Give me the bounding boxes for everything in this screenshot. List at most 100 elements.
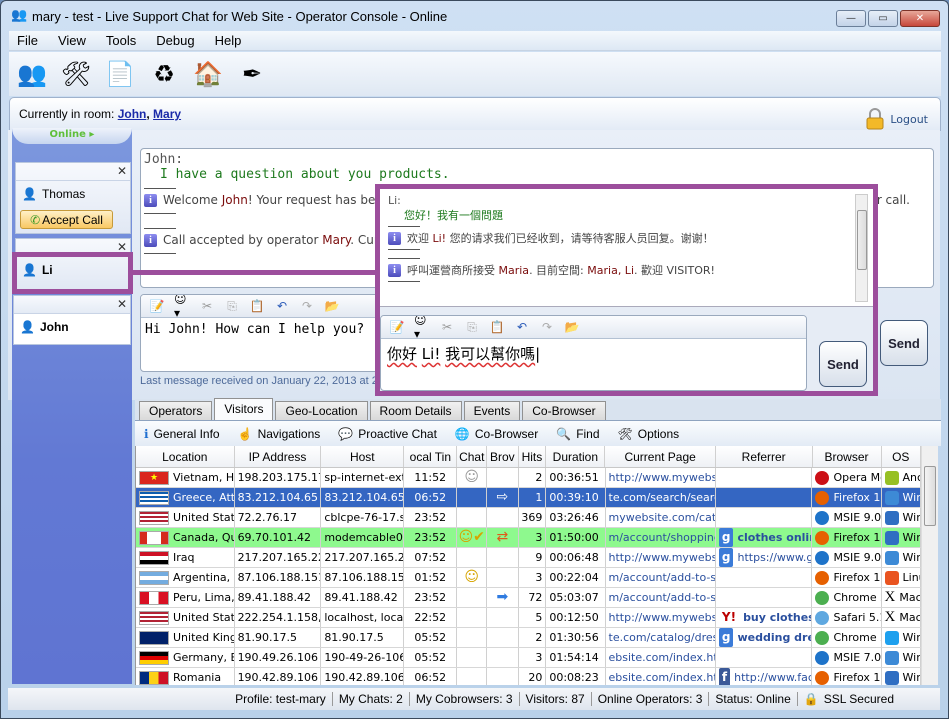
copy-icon[interactable]: ⎘ — [464, 319, 480, 335]
close-button[interactable]: ✕ — [900, 10, 940, 27]
li-message-input[interactable]: 你好 Li! 我可以幫你嗎| — [381, 339, 806, 368]
logout-button[interactable]: Logout — [866, 108, 928, 130]
transcript-scrollbar[interactable] — [855, 194, 868, 302]
cell-chat — [457, 648, 488, 667]
column-header[interactable]: Host — [321, 446, 405, 467]
windows-xp-icon — [884, 550, 899, 565]
room-member-link[interactable]: Mary — [153, 107, 181, 121]
tab-geo-location[interactable]: Geo-Location — [275, 401, 368, 420]
li-send-button[interactable]: Send — [819, 341, 867, 387]
cut-icon[interactable]: ✂ — [199, 298, 215, 314]
cell-time: 07:52 — [404, 548, 458, 567]
table-row[interactable]: ★Vietnam, Ho Cl198.203.175.175sp-interne… — [136, 468, 921, 488]
column-header[interactable]: Brov — [487, 446, 519, 467]
table-row[interactable]: Canada, Queb69.70.101.42modemcable04223:… — [136, 528, 921, 548]
paste-icon[interactable]: 📋 — [249, 298, 265, 314]
canned-message-icon[interactable]: 📝 — [149, 298, 165, 314]
column-header[interactable]: IP Address — [235, 446, 322, 467]
redo-icon[interactable]: ↷ — [299, 298, 315, 314]
close-session-icon[interactable]: ✕ — [117, 164, 127, 178]
pen-icon: ✒ — [241, 60, 263, 88]
cell-page: http://www.mywebsit — [606, 608, 716, 627]
menu-view[interactable]: View — [50, 33, 94, 48]
column-header[interactable]: Current Page — [605, 446, 716, 467]
li-chat-transcript: Li: 您好！我有一個問題 i 欢迎 Li! 您的请求我们已经收到，请等待客服人… — [380, 189, 873, 307]
cell-brow — [487, 628, 519, 647]
column-header[interactable]: Hits — [519, 446, 547, 467]
find-button[interactable]: 🔍 Find — [556, 427, 599, 441]
grid-scrollbar[interactable] — [921, 446, 938, 685]
online-status-tab[interactable]: Online ▸ — [12, 128, 132, 144]
menu-debug[interactable]: Debug — [148, 33, 202, 48]
table-row[interactable]: Peru, Lima, Lin89.41.188.4289.41.188.422… — [136, 588, 921, 608]
cell-os: Linu — [882, 568, 921, 587]
send-file-icon[interactable]: 📂 — [564, 319, 580, 335]
operators-button[interactable]: 👥 — [15, 57, 49, 91]
separator — [144, 188, 176, 189]
chat-session-john[interactable]: ✕ 👤 John — [13, 295, 131, 345]
tab-room-details[interactable]: Room Details — [369, 401, 462, 420]
maximize-button[interactable]: ▭ — [868, 10, 898, 27]
emoticon-icon[interactable]: ☺▾ — [414, 316, 430, 341]
cell-host: modemcable042 — [321, 528, 405, 547]
column-header[interactable]: Browser — [813, 446, 882, 467]
scrollbar-thumb[interactable] — [924, 466, 936, 526]
table-row[interactable]: United Kingdor81.90.17.581.90.17.505:522… — [136, 628, 921, 648]
column-header[interactable]: Referrer — [716, 446, 813, 467]
flag-vietnam-icon: ★ — [139, 470, 169, 485]
cut-icon[interactable]: ✂ — [439, 319, 455, 335]
menu-tools[interactable]: Tools — [98, 33, 144, 48]
canned-message-icon[interactable]: 📝 — [389, 319, 405, 335]
column-header[interactable]: Duration — [546, 446, 606, 467]
canned-messages-button[interactable]: 📄 — [103, 57, 137, 91]
table-row[interactable]: United States,72.2.76.17cblcpe-76-17.su2… — [136, 508, 921, 528]
table-row[interactable]: Iraq217.207.165.222217.207.165.2207:52 90… — [136, 548, 921, 568]
close-session-icon[interactable]: ✕ — [117, 297, 127, 311]
status-online-operators: Online Operators: 3 — [592, 692, 710, 706]
tab-co-browser[interactable]: Co-Browser — [522, 401, 606, 420]
cell-ref — [716, 588, 813, 607]
undo-icon[interactable]: ↶ — [274, 298, 290, 314]
home-button[interactable]: 🏠 — [191, 57, 225, 91]
column-header[interactable]: Chat — [457, 446, 488, 467]
cell-hits: 2 — [519, 628, 547, 647]
menu-help[interactable]: Help — [207, 33, 250, 48]
tab-operators[interactable]: Operators — [139, 401, 213, 420]
navigations-button[interactable]: ☝ Navigations — [238, 427, 321, 441]
cell-chat — [457, 668, 488, 685]
accept-call-button[interactable]: ✆ Accept Call — [20, 210, 113, 229]
proactive-chat-button[interactable]: 💬 Proactive Chat — [338, 427, 437, 441]
table-row[interactable]: Romania 190.42.89.106 190.42.89.106 06:52 20… — [136, 668, 921, 685]
paste-icon[interactable]: 📋 — [489, 319, 505, 335]
send-file-icon[interactable]: 📂 — [324, 298, 340, 314]
column-header[interactable]: Location — [136, 446, 235, 467]
column-header[interactable]: OS — [882, 446, 921, 467]
tab-events[interactable]: Events — [463, 401, 521, 420]
options-button[interactable]: 🛠 Options — [618, 427, 680, 441]
refresh-button[interactable]: ♻ — [147, 57, 181, 91]
column-header[interactable]: ocal Tin — [404, 446, 458, 467]
general-info-button[interactable]: ℹ General Info — [144, 427, 220, 441]
cell-location: United States, — [136, 508, 235, 527]
table-row[interactable]: Argentina, Bue87.106.188.15187.106.188.1… — [136, 568, 921, 588]
minimize-button[interactable]: — — [836, 10, 866, 27]
copy-icon[interactable]: ⎘ — [224, 298, 240, 314]
room-member-link[interactable]: John — [118, 107, 147, 121]
tools-button[interactable]: 🛠 — [59, 57, 93, 91]
table-row[interactable]: Greece, Attiki,83.212.104.6583.212.104.6… — [136, 488, 921, 508]
menu-file[interactable]: File — [9, 33, 46, 48]
table-row[interactable]: United States,222.254.1.158, :localhost,… — [136, 608, 921, 628]
scrollbar-thumb[interactable] — [857, 210, 867, 270]
li-message-editor[interactable]: 📝 ☺▾ ✂ ⎘ 📋 ↶ ↷ 📂 你好 Li! 我可以幫你嗎| — [380, 315, 807, 391]
co-browser-button[interactable]: 🌐 Co-Browser — [455, 427, 538, 441]
send-button[interactable]: Send — [880, 320, 928, 366]
tab-visitors[interactable]: Visitors — [214, 398, 274, 420]
pen-button[interactable]: ✒ — [235, 57, 269, 91]
cell-time: 23:52 — [404, 588, 458, 607]
cell-hits: 3 — [519, 648, 547, 667]
table-row[interactable]: Germany, Berli190.49.26.106190-49-26-106… — [136, 648, 921, 668]
cell-duration: 05:03:07 — [546, 588, 606, 607]
emoticon-icon[interactable]: ☺▾ — [174, 295, 190, 320]
undo-icon[interactable]: ↶ — [514, 319, 530, 335]
redo-icon[interactable]: ↷ — [539, 319, 555, 335]
